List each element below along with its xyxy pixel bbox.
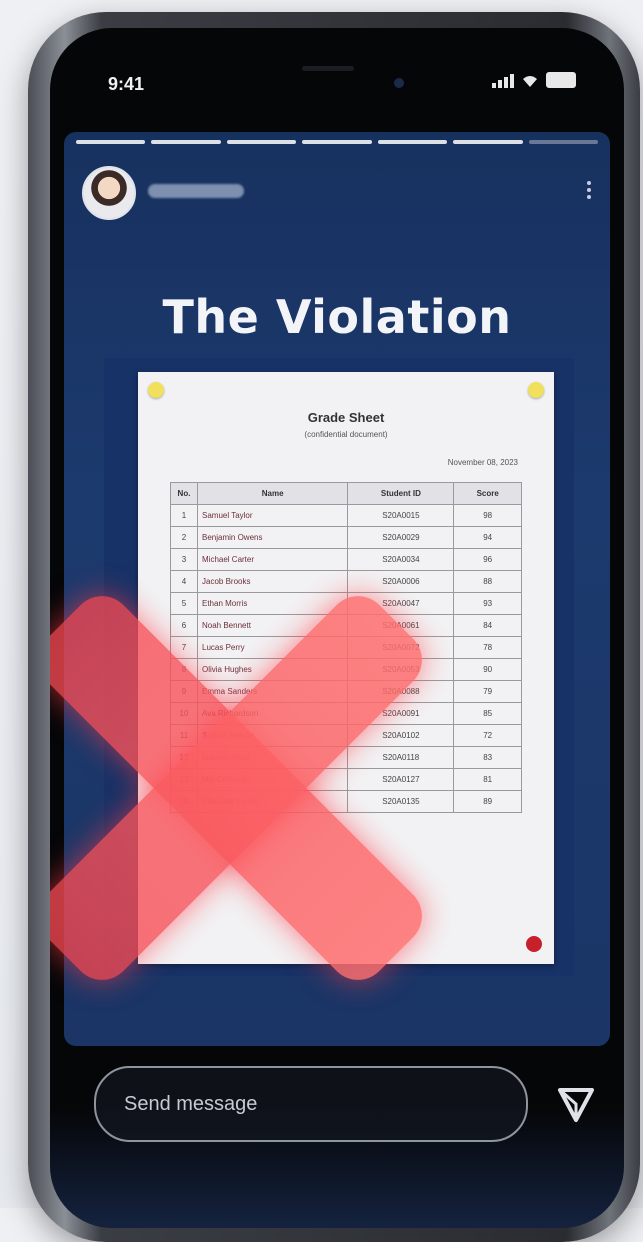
status-icons: [492, 72, 576, 88]
message-composer[interactable]: [94, 1066, 528, 1142]
student-id: S20A0029: [347, 526, 455, 549]
student-score: 94: [453, 526, 522, 549]
student-score: 84: [453, 614, 522, 637]
student-score: 90: [453, 658, 522, 681]
table-row: 1 Samuel Taylor S20A0015 98: [170, 504, 522, 527]
student-score: 78: [453, 636, 522, 659]
front-camera: [394, 78, 404, 88]
progress-segment: [528, 140, 598, 144]
status-time: 9:41: [108, 74, 145, 94]
story-progress: [76, 140, 598, 144]
student-score: 89: [453, 790, 522, 813]
column-header: Student ID: [347, 482, 455, 505]
student-score: 96: [453, 548, 522, 571]
column-header: Name: [196, 482, 349, 505]
pushpin-icon: [526, 936, 542, 952]
progress-segment: [76, 140, 146, 144]
progress-segment: [226, 140, 297, 144]
signal-icon: [492, 74, 514, 88]
battery-icon: [546, 72, 576, 88]
send-message-input[interactable]: [122, 1088, 506, 1120]
sheet-title: Grade Sheet: [307, 410, 385, 425]
progress-segment: [377, 140, 448, 144]
username[interactable]: username: [148, 184, 244, 198]
column-header: No.: [170, 482, 198, 505]
column-header: Score: [453, 482, 522, 505]
red-x-mark: [50, 558, 440, 1018]
student-score: 81: [453, 768, 522, 791]
send-icon[interactable]: [556, 1084, 596, 1124]
sheet-date: November 08, 2023: [447, 458, 518, 467]
progress-segment: [151, 140, 221, 144]
student-score: 93: [453, 592, 522, 615]
phone-screen: 9:41 username The Violation: [50, 28, 624, 1228]
pushpin-icon: [148, 382, 164, 398]
student-name: Samuel Taylor: [196, 504, 349, 527]
student-score: 85: [453, 702, 522, 725]
row-number: 2: [170, 526, 198, 549]
sheet-subtitle: (confidential document): [304, 430, 388, 439]
student-score: 88: [453, 570, 522, 593]
avatar[interactable]: [82, 166, 136, 220]
table-row: 2 Benjamin Owens S20A0029 94: [170, 526, 522, 549]
status-bar: 9:41: [50, 28, 624, 118]
student-name: Benjamin Owens: [196, 526, 349, 549]
progress-segment: [453, 140, 523, 144]
more-vertical-icon[interactable]: [586, 178, 592, 208]
pushpin-icon: [528, 382, 544, 398]
student-score: 98: [453, 504, 522, 527]
student-score: 83: [453, 746, 522, 769]
story-title: The Violation: [162, 290, 512, 344]
student-id: S20A0015: [347, 504, 455, 527]
student-score: 72: [453, 724, 522, 747]
table-header-row: No. Name Student ID Score: [170, 482, 522, 505]
student-score: 79: [453, 680, 522, 703]
speaker: [302, 66, 354, 71]
wifi-icon: [523, 76, 537, 87]
row-number: 1: [170, 504, 198, 527]
notch: [290, 50, 404, 88]
progress-segment: [302, 140, 372, 144]
